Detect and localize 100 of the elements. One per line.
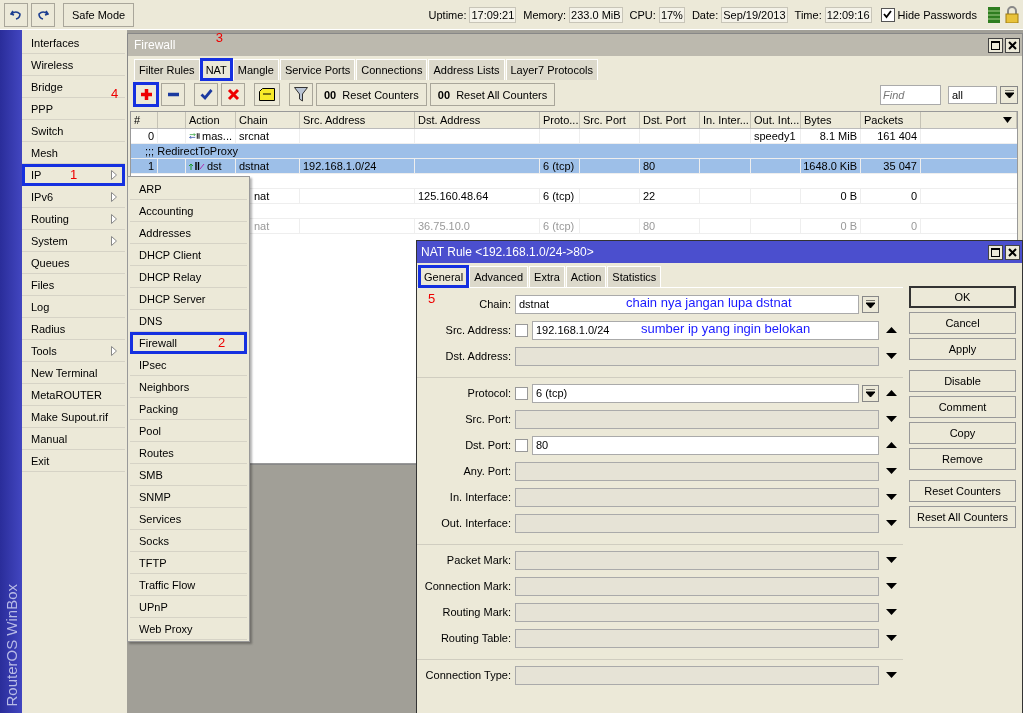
collapse-arrow-icon[interactable] bbox=[885, 327, 897, 333]
sidebar-item[interactable]: IPv6 bbox=[22, 186, 125, 208]
tab[interactable]: Extra bbox=[529, 266, 565, 287]
expand-arrow-icon[interactable] bbox=[885, 583, 897, 589]
dialog-button[interactable]: Comment bbox=[909, 396, 1016, 418]
input-field[interactable] bbox=[515, 487, 879, 507]
sidebar-item[interactable]: MetaROUTER bbox=[22, 384, 125, 406]
menu-item[interactable]: Neighbors bbox=[130, 376, 247, 398]
disable-button[interactable] bbox=[221, 83, 245, 106]
input-field[interactable] bbox=[515, 576, 879, 596]
sidebar-item[interactable]: Queues bbox=[22, 252, 125, 274]
input-field[interactable] bbox=[515, 461, 879, 481]
expand-arrow-icon[interactable] bbox=[885, 353, 897, 359]
filter-button[interactable] bbox=[289, 83, 313, 106]
enable-button[interactable] bbox=[194, 83, 218, 106]
reset-counters-button[interactable]: 00 Reset All Counters bbox=[429, 83, 556, 106]
menu-item[interactable]: Services bbox=[130, 508, 247, 530]
collapse-arrow-icon[interactable] bbox=[885, 390, 897, 396]
expand-arrow-icon[interactable] bbox=[885, 494, 897, 500]
negate-checkbox[interactable] bbox=[515, 323, 528, 337]
input-field[interactable] bbox=[515, 409, 879, 429]
dialog-button[interactable]: Copy bbox=[909, 422, 1016, 444]
dropdown-button[interactable] bbox=[1000, 85, 1018, 104]
column-header[interactable]: # bbox=[134, 114, 141, 126]
column-header[interactable]: Bytes bbox=[804, 114, 832, 126]
menu-item[interactable]: Socks bbox=[130, 530, 247, 552]
column-header[interactable]: Action bbox=[189, 114, 220, 126]
menu-item[interactable]: DNS bbox=[130, 310, 247, 332]
dialog-button[interactable]: Reset Counters bbox=[909, 480, 1016, 502]
tab[interactable]: Action bbox=[565, 266, 607, 287]
sidebar-item[interactable]: Interfaces bbox=[22, 32, 125, 54]
column-header[interactable]: Src. Address bbox=[303, 114, 366, 126]
column-header[interactable]: Dst. Port bbox=[643, 114, 686, 126]
expand-arrow-icon[interactable] bbox=[885, 557, 897, 563]
close-button[interactable] bbox=[1005, 37, 1020, 53]
tab[interactable]: Statistics bbox=[607, 266, 662, 287]
tab[interactable]: Mangle bbox=[232, 59, 279, 80]
input-field[interactable] bbox=[515, 346, 879, 366]
sidebar-item[interactable]: Make Supout.rif bbox=[22, 406, 125, 428]
menu-item[interactable]: Pool bbox=[130, 420, 247, 442]
sidebar-item[interactable]: Exit bbox=[22, 450, 125, 472]
menu-item[interactable]: TFTP bbox=[130, 552, 247, 574]
sidebar-item[interactable]: Log bbox=[22, 296, 125, 318]
tab[interactable]: Connections bbox=[356, 59, 428, 80]
expand-arrow-icon[interactable] bbox=[885, 416, 897, 422]
sidebar-item[interactable]: New Terminal bbox=[22, 362, 125, 384]
remove-button[interactable] bbox=[161, 83, 185, 106]
column-header[interactable]: Out. Int... bbox=[754, 114, 800, 126]
menu-item[interactable]: SMB bbox=[130, 464, 247, 486]
expand-arrow-icon[interactable] bbox=[885, 468, 897, 474]
tab[interactable]: Filter Rules bbox=[134, 59, 200, 80]
find-field[interactable]: Find bbox=[880, 84, 941, 105]
sidebar-item[interactable]: Tools bbox=[22, 340, 125, 362]
menu-item[interactable]: SNMP bbox=[130, 486, 247, 508]
sidebar-item[interactable]: System bbox=[22, 230, 125, 252]
comment-button[interactable] bbox=[254, 83, 280, 106]
input-field[interactable] bbox=[515, 550, 879, 570]
input-field[interactable]: 6 (tcp) bbox=[532, 383, 859, 403]
menu-item[interactable]: Traffic Flow bbox=[130, 574, 247, 596]
close-button[interactable] bbox=[1005, 244, 1020, 260]
undo-button[interactable] bbox=[4, 2, 28, 27]
menu-item[interactable]: Firewall 2 bbox=[130, 332, 247, 354]
menu-item[interactable]: Routes bbox=[130, 442, 247, 464]
maximize-button[interactable] bbox=[988, 37, 1003, 53]
reset-counters-button[interactable]: 00 Reset Counters bbox=[316, 83, 427, 106]
sidebar-item[interactable]: Manual bbox=[22, 428, 125, 450]
sidebar-item[interactable]: Routing bbox=[22, 208, 125, 230]
hide-passwords-checkbox[interactable] bbox=[880, 7, 895, 22]
expand-arrow-icon[interactable] bbox=[885, 609, 897, 615]
column-header[interactable]: Packets bbox=[864, 114, 904, 126]
dropdown-button[interactable] bbox=[862, 384, 879, 402]
menu-item[interactable]: UPnP bbox=[130, 596, 247, 618]
rule-row[interactable]: 1 dst dstnat 192.168.1.0/24 6 (tcp) 80 1648.0 KiB 35 047 bbox=[131, 159, 1017, 174]
filter-select[interactable]: all bbox=[948, 85, 997, 104]
input-field[interactable]: 80 bbox=[532, 435, 879, 455]
menu-item[interactable]: DHCP Client bbox=[130, 244, 247, 266]
negate-checkbox[interactable] bbox=[515, 386, 528, 400]
maximize-button[interactable] bbox=[988, 244, 1003, 260]
menu-item[interactable]: Web Proxy bbox=[130, 618, 247, 640]
column-header[interactable]: Chain bbox=[239, 114, 268, 126]
tab[interactable]: Layer7 Protocols bbox=[505, 59, 599, 80]
input-field[interactable] bbox=[515, 665, 879, 685]
menu-item[interactable]: IPsec bbox=[130, 354, 247, 376]
menu-item[interactable]: ARP bbox=[130, 178, 247, 200]
input-field[interactable] bbox=[515, 513, 879, 533]
sidebar-item[interactable]: PPP bbox=[22, 98, 125, 120]
comment-row[interactable]: ;;; RedirectToProxy bbox=[131, 144, 1017, 159]
sidebar-item[interactable]: Radius bbox=[22, 318, 125, 340]
sidebar-item[interactable]: Wireless bbox=[22, 54, 125, 76]
negate-checkbox[interactable] bbox=[515, 438, 528, 452]
dialog-button[interactable]: Remove bbox=[909, 448, 1016, 470]
column-header[interactable]: In. Inter... bbox=[703, 114, 749, 126]
sidebar-item[interactable]: IP 1 bbox=[22, 164, 125, 186]
column-header[interactable]: Dst. Address bbox=[418, 114, 481, 126]
input-field[interactable] bbox=[515, 602, 879, 622]
redo-button[interactable] bbox=[31, 2, 55, 27]
caret-icon[interactable] bbox=[1003, 117, 1012, 123]
expand-arrow-icon[interactable] bbox=[885, 635, 897, 641]
collapse-arrow-icon[interactable] bbox=[885, 442, 897, 448]
input-field[interactable] bbox=[515, 628, 879, 648]
